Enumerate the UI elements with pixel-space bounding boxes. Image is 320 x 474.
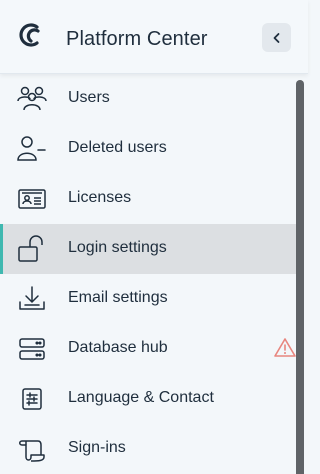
- chevron-left-icon: [273, 32, 279, 43]
- sidebar-item-users[interactable]: Users: [0, 74, 296, 124]
- sliders-icon: [16, 385, 48, 413]
- platform-logo-icon[interactable]: [17, 21, 45, 49]
- download-tray-icon: [16, 285, 48, 313]
- sidebar-item-deleted-users[interactable]: Deleted users: [0, 124, 296, 174]
- scroll-icon: [16, 435, 48, 463]
- sidebar-item-language-contact[interactable]: Language & Contact: [0, 374, 296, 424]
- sidebar-item-label: Database hub: [68, 339, 168, 356]
- sidebar-item-email-settings[interactable]: Email settings: [0, 274, 296, 324]
- sidebar-item-label: Email settings: [68, 289, 168, 306]
- sidebar-item-label: Users: [68, 89, 110, 106]
- server-icon: [16, 335, 48, 363]
- id-card-icon: [16, 185, 48, 213]
- sidebar-item-database-hub[interactable]: Database hub: [0, 324, 296, 374]
- sidebar-item-login-settings[interactable]: Login settings: [0, 224, 296, 274]
- collapse-sidebar-button[interactable]: [262, 23, 291, 52]
- sidebar-item-label: Login settings: [68, 239, 167, 256]
- sidebar-item-label: Language & Contact: [68, 389, 214, 406]
- sidebar-nav: Users Deleted users Licenses Login setti…: [0, 74, 296, 474]
- user-minus-icon: [16, 135, 48, 163]
- sidebar-item-label: Licenses: [68, 189, 132, 206]
- sidebar-item-label: Deleted users: [68, 139, 167, 156]
- scrollbar[interactable]: [296, 80, 304, 474]
- app-title: Platform Center: [66, 28, 208, 50]
- sidebar-item-label: Sign-ins: [68, 439, 126, 456]
- users-icon: [16, 85, 48, 113]
- sidebar-item-sign-ins[interactable]: Sign-ins: [0, 424, 296, 474]
- warning-triangle-icon: [273, 336, 297, 360]
- sidebar-item-licenses[interactable]: Licenses: [0, 174, 296, 224]
- unlock-icon: [16, 235, 48, 263]
- app-header: Platform Center: [0, 0, 308, 74]
